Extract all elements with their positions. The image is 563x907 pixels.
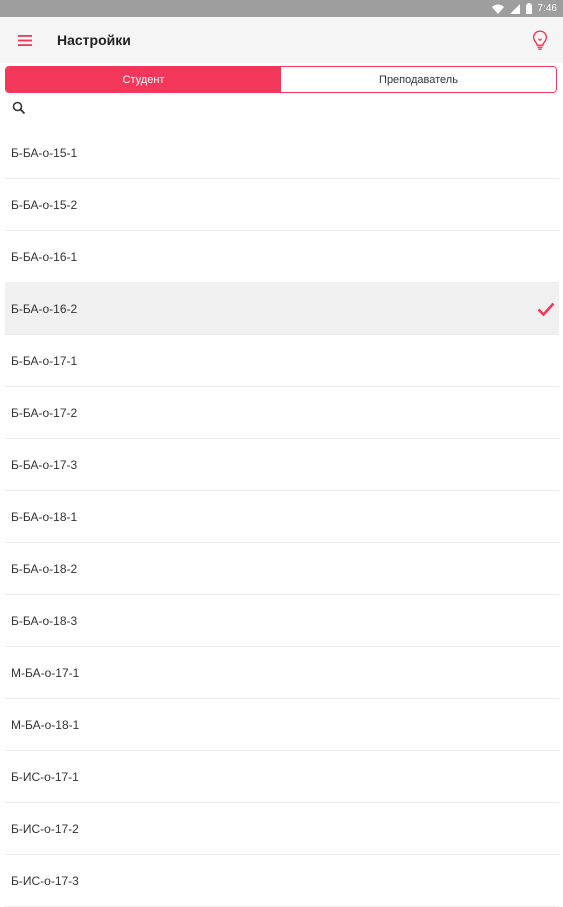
list-item-label: Б-ИС-о-17-2 [11,821,79,836]
lightbulb-icon[interactable] [527,27,553,53]
list-item-label: Б-БА-о-15-2 [11,197,78,212]
list-item[interactable]: Б-БА-о-18-3 [5,595,559,647]
list-item-label: Б-БА-о-15-1 [11,145,78,160]
list-item[interactable]: Б-БА-о-17-3 [5,439,559,491]
list-item[interactable]: Б-БА-о-16-1 [5,231,559,283]
list-item-label: М-БА-о-18-1 [11,717,80,732]
status-bar: 7:46 [0,0,563,17]
list-item-label: М-БА-о-17-1 [11,665,80,680]
page-title: Настройки [57,32,131,48]
list-item[interactable]: М-БА-о-17-1 [5,647,559,699]
list-item[interactable]: Б-БА-о-17-2 [5,387,559,439]
group-list: Б-БА-о-15-1 Б-БА-о-15-2 Б-БА-о-16-1 Б-БА-о-… [5,127,559,907]
battery-icon [525,3,532,14]
app-bar: Настройки [0,17,563,63]
wifi-icon [491,4,504,14]
role-tabs: Студент Преподаватель [5,66,557,93]
list-item[interactable]: Б-БА-о-15-2 [5,179,559,231]
list-item-label: Б-ИС-о-17-3 [11,873,79,888]
list-item-label: Б-ИС-о-17-1 [11,769,79,784]
list-item[interactable]: Б-БА-о-18-1 [5,491,559,543]
checkmark-icon [537,302,555,317]
list-item[interactable]: Б-ИС-о-17-3 [5,855,559,907]
status-time: 7:46 [537,3,557,14]
list-item-label: Б-БА-о-18-1 [11,509,78,524]
search-icon[interactable] [12,101,26,115]
list-item[interactable]: Б-БА-о-18-2 [5,543,559,595]
tab-student[interactable]: Студент [6,67,281,92]
list-item-label: Б-БА-о-18-2 [11,561,78,576]
list-item[interactable]: Б-БА-о-15-1 [5,127,559,179]
list-item[interactable]: М-БА-о-18-1 [5,699,559,751]
status-icons: 7:46 [491,2,557,15]
list-item[interactable]: Б-БА-о-17-1 [5,335,559,387]
list-item[interactable]: Б-ИС-о-17-1 [5,751,559,803]
tab-teacher[interactable]: Преподаватель [281,67,556,92]
list-item-label: Б-БА-о-17-2 [11,405,78,420]
list-item-label: Б-БА-о-17-3 [11,457,78,472]
hamburger-menu-icon[interactable] [12,28,38,52]
list-item-label: Б-БА-о-18-3 [11,613,78,628]
signal-icon [509,3,520,14]
list-item-label: Б-БА-о-16-2 [11,301,78,316]
list-item[interactable]: Б-ИС-о-17-2 [5,803,559,855]
list-item-label: Б-БА-о-17-1 [11,353,78,368]
list-item-label: Б-БА-о-16-1 [11,249,78,264]
list-item[interactable]: Б-БА-о-16-2 [5,283,559,335]
